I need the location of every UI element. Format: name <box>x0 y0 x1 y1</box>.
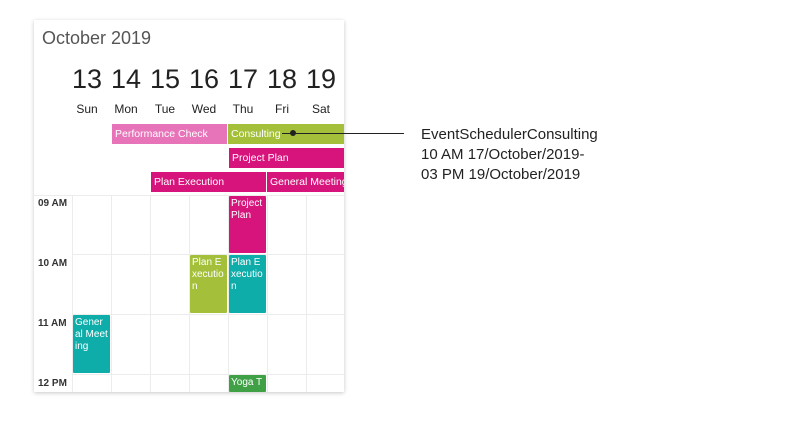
callout-line <box>282 133 404 134</box>
day-name-thu: Thu <box>232 102 254 116</box>
day-number-thu[interactable]: 17 <box>224 64 262 95</box>
event-tooltip: EventSchedulerConsulting 10 AM 17/Octobe… <box>421 125 598 185</box>
day-name-tue: Tue <box>154 102 176 116</box>
grid-hour-line <box>72 374 344 375</box>
appointment-plan-execution[interactable]: Plan Execution <box>190 255 227 313</box>
time-label-12pm: 12 PM <box>38 378 67 389</box>
day-number-wed[interactable]: 16 <box>185 64 223 95</box>
grid-hour-line <box>72 314 344 315</box>
scheduler-card: October 2019 13 14 15 16 17 18 19 Sun Mo… <box>34 20 344 392</box>
time-label-9am: 09 AM <box>38 198 68 209</box>
callout-dot <box>290 130 296 136</box>
appointment-plan-execution[interactable]: Plan Execution <box>229 255 266 313</box>
allday-event-general-meeting[interactable]: General Meeting <box>267 172 344 192</box>
time-label-11am: 11 AM <box>38 318 67 329</box>
day-number-fri[interactable]: 18 <box>263 64 301 95</box>
day-name-sun: Sun <box>76 102 98 116</box>
grid-day-line <box>306 195 307 392</box>
allday-event-plan-execution[interactable]: Plan Execution <box>151 172 266 192</box>
tooltip-title: EventSchedulerConsulting <box>421 126 598 143</box>
day-number-sun[interactable]: 13 <box>68 64 106 95</box>
grid-day-line <box>111 195 112 392</box>
day-name-wed: Wed <box>191 102 217 116</box>
tooltip-end: 03 PM 19/October/2019 <box>421 166 581 183</box>
time-label-10am: 10 AM <box>38 258 68 269</box>
month-title[interactable]: October 2019 <box>42 28 151 49</box>
day-number-mon[interactable]: 14 <box>107 64 145 95</box>
day-name-mon: Mon <box>114 102 138 116</box>
allday-event-performance-check[interactable]: Performance Check <box>112 124 227 144</box>
tooltip-start: 10 AM 17/October/2019- <box>421 146 585 163</box>
day-number-tue[interactable]: 15 <box>146 64 184 95</box>
grid-day-line <box>150 195 151 392</box>
allday-event-consulting[interactable]: Consulting <box>228 124 344 144</box>
appointment-yoga[interactable]: Yoga T <box>229 375 266 392</box>
appointment-project-plan[interactable]: Project Plan <box>229 196 266 253</box>
day-name-sat: Sat <box>311 102 330 116</box>
day-number-sat[interactable]: 19 <box>302 64 340 95</box>
day-name-fri: Fri <box>275 102 289 116</box>
allday-event-project-plan[interactable]: Project Plan <box>229 148 344 168</box>
grid-day-line <box>267 195 268 392</box>
appointment-general-meeting[interactable]: General Meeting <box>73 315 110 373</box>
